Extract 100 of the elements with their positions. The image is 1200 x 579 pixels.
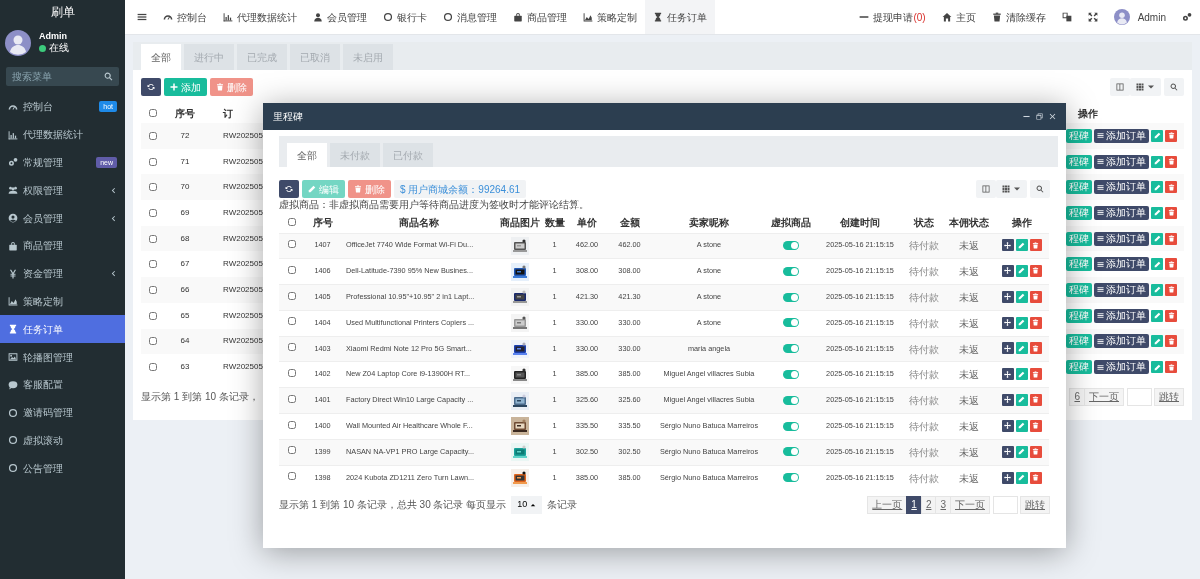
checkbox[interactable]: [149, 311, 157, 320]
columns-dropdown[interactable]: [1130, 78, 1161, 96]
toggle-switch[interactable]: [783, 447, 799, 457]
menu-item[interactable]: 任务订单: [0, 315, 125, 344]
move-button[interactable]: [1001, 419, 1014, 432]
edit-button[interactable]: [1151, 129, 1163, 142]
add-order-button[interactable]: 添加订单: [1094, 128, 1149, 143]
checkbox[interactable]: [149, 109, 157, 117]
nav-tab[interactable]: 会员管理: [305, 0, 375, 34]
page-button[interactable]: 3: [935, 495, 951, 514]
checkbox[interactable]: [288, 218, 296, 227]
withdraw-link[interactable]: 提现申请(0): [851, 0, 934, 34]
page-button[interactable]: 下一页: [1084, 387, 1124, 406]
user-menu[interactable]: Admin: [1105, 0, 1174, 34]
columns-dropdown[interactable]: [996, 180, 1027, 198]
home-link[interactable]: 主页: [933, 0, 984, 34]
search-button[interactable]: [1164, 78, 1184, 96]
checkbox[interactable]: [288, 446, 296, 455]
checkbox[interactable]: [149, 157, 157, 166]
toggle-switch[interactable]: [783, 370, 799, 379]
nav-tab[interactable]: 任务订单: [645, 0, 715, 34]
toggle-switch[interactable]: [783, 344, 799, 354]
move-button[interactable]: [1001, 290, 1014, 303]
edit-button[interactable]: [1151, 206, 1163, 219]
checkbox[interactable]: [149, 363, 157, 372]
checkbox[interactable]: [149, 260, 157, 269]
filter-tab[interactable]: 全部: [287, 143, 327, 167]
edit-button[interactable]: [1151, 232, 1163, 245]
menu-item[interactable]: 会员管理: [0, 204, 125, 232]
refresh-button[interactable]: [279, 180, 299, 198]
delete-button[interactable]: [1165, 361, 1177, 374]
page-button[interactable]: 上一页: [867, 495, 908, 514]
add-order-button[interactable]: 添加订单: [1094, 282, 1149, 297]
refresh-button[interactable]: [141, 78, 161, 96]
checkbox[interactable]: [288, 317, 296, 326]
nav-tab[interactable]: 银行卡: [375, 0, 435, 34]
menu-item[interactable]: 客服配置: [0, 370, 125, 399]
move-button[interactable]: [1001, 393, 1014, 406]
menu-item[interactable]: 轮播图管理: [0, 343, 125, 371]
toggle-switch[interactable]: [783, 241, 799, 250]
menu-item[interactable]: 策略定制: [0, 287, 125, 316]
toggle-view-button[interactable]: [976, 180, 996, 198]
delete-button[interactable]: [1165, 309, 1177, 322]
delete-button[interactable]: [1029, 393, 1042, 406]
nav-tab[interactable]: 控制台: [155, 0, 215, 34]
search-field[interactable]: 搜索菜单: [6, 67, 119, 86]
edit-button[interactable]: [1151, 335, 1163, 348]
move-button[interactable]: [1001, 316, 1014, 329]
delete-button[interactable]: [1165, 258, 1177, 271]
menu-item[interactable]: 代理数据统计: [0, 120, 125, 149]
toggle-switch[interactable]: [783, 292, 799, 302]
add-order-button[interactable]: 添加订单: [1094, 154, 1149, 169]
move-button[interactable]: [1001, 368, 1014, 381]
delete-button[interactable]: [1029, 445, 1042, 458]
edit-button[interactable]: [1151, 155, 1163, 168]
delete-button[interactable]: [1165, 181, 1177, 194]
delete-button[interactable]: [1165, 206, 1177, 219]
clear-cache-link[interactable]: 清除缓存: [983, 0, 1054, 34]
checkbox[interactable]: [288, 394, 296, 403]
add-order-button[interactable]: 添加订单: [1094, 180, 1149, 195]
checkbox[interactable]: [288, 239, 296, 248]
edit-button[interactable]: [1151, 181, 1163, 194]
delete-button[interactable]: [1029, 264, 1042, 277]
menu-item[interactable]: 资金管理: [0, 259, 125, 288]
toggle-switch[interactable]: [783, 421, 799, 431]
toggle-view-button[interactable]: [1110, 78, 1130, 96]
checkbox[interactable]: [288, 420, 296, 429]
menu-item[interactable]: 权限管理: [0, 176, 125, 205]
jump-button[interactable]: 跳转: [1154, 387, 1184, 406]
nav-tab[interactable]: 策略定制: [575, 0, 645, 34]
restore-button[interactable]: [1036, 113, 1043, 120]
page-input[interactable]: [1127, 387, 1152, 406]
toggle-switch[interactable]: [783, 266, 799, 276]
move-button[interactable]: [1001, 471, 1014, 484]
add-order-button[interactable]: 添加订单: [1094, 334, 1149, 349]
nav-tab[interactable]: 商品管理: [505, 0, 575, 34]
search-button[interactable]: [1030, 180, 1050, 198]
delete-button[interactable]: [1165, 335, 1177, 348]
nav-tab[interactable]: 消息管理: [435, 0, 505, 34]
edit-button[interactable]: [1151, 258, 1163, 271]
edit-button[interactable]: [1151, 283, 1163, 296]
delete-button[interactable]: [1165, 155, 1177, 168]
checkbox[interactable]: [288, 472, 296, 481]
move-button[interactable]: [1001, 239, 1014, 252]
add-order-button[interactable]: 添加订单: [1094, 308, 1149, 323]
minimize-button[interactable]: [1023, 113, 1030, 120]
delete-button[interactable]: [1029, 368, 1042, 381]
toggle-switch[interactable]: [783, 473, 799, 483]
checkbox[interactable]: [149, 234, 157, 243]
menu-item[interactable]: 公告管理: [0, 454, 125, 483]
move-button[interactable]: [1001, 342, 1014, 355]
page-button[interactable]: 6: [1069, 387, 1085, 406]
jump-button[interactable]: 跳转: [1020, 495, 1050, 514]
page-button[interactable]: 下一页: [950, 495, 990, 514]
menu-item[interactable]: 商品管理: [0, 232, 125, 260]
filter-tab[interactable]: 全部: [141, 44, 181, 70]
move-button[interactable]: [1001, 445, 1014, 458]
edit-button[interactable]: [1151, 361, 1163, 374]
checkbox[interactable]: [288, 291, 296, 300]
delete-button[interactable]: [1029, 239, 1042, 252]
